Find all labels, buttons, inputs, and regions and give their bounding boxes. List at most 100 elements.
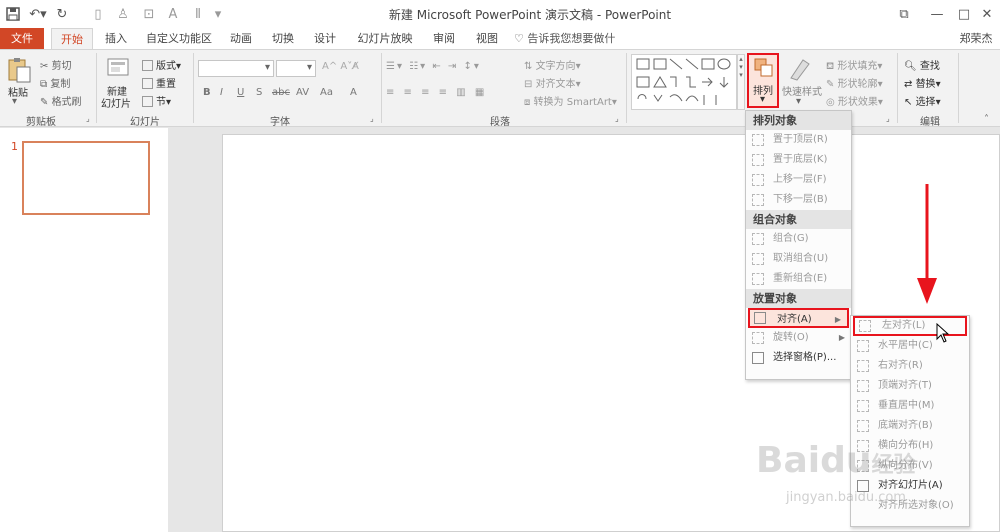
minimize-icon[interactable]: — bbox=[928, 5, 946, 23]
font-size-combo[interactable]: ▾ bbox=[276, 60, 316, 77]
align-center-item[interactable]: 水平居中(C) bbox=[851, 336, 969, 356]
smartart-button[interactable]: ⧈ 转换为 SmartArt▾ bbox=[524, 93, 617, 108]
separator bbox=[193, 53, 194, 123]
user-name[interactable]: 郑荣杰 bbox=[955, 28, 997, 49]
copy-button[interactable]: ⧉ 复制 bbox=[40, 75, 70, 90]
close-icon[interactable]: ✕ bbox=[978, 5, 996, 23]
tab-insert[interactable]: 插入 bbox=[96, 28, 136, 49]
arrange-menu-header-position: 放置对象 bbox=[746, 289, 851, 308]
save-icon[interactable] bbox=[5, 5, 21, 23]
smartart-icon: ⧈ bbox=[524, 97, 534, 108]
bring-forward-item[interactable]: 上移一层(F) bbox=[746, 170, 851, 190]
strikethrough-button[interactable]: abc bbox=[272, 87, 290, 98]
qat-shape-icon[interactable]: ♙ bbox=[115, 5, 131, 23]
maximize-icon[interactable]: □ bbox=[955, 5, 973, 23]
bold-button[interactable]: B bbox=[203, 87, 211, 98]
quick-styles-label[interactable]: 快速样式 bbox=[782, 83, 822, 98]
selection-pane-item[interactable]: 选择窗格(P)... bbox=[746, 348, 851, 368]
text-direction-button[interactable]: ⇅ 文字方向▾ bbox=[524, 57, 581, 72]
paste-dropdown-icon[interactable]: ▾ bbox=[12, 96, 17, 107]
layout-button[interactable]: 版式▾ bbox=[142, 57, 181, 72]
font-launcher-icon[interactable]: ⌟ bbox=[370, 114, 374, 123]
arrange-button[interactable]: 排列 ▾ bbox=[747, 53, 779, 108]
replace-button[interactable]: ⇄ 替换▾ bbox=[904, 75, 941, 90]
regroup-item[interactable]: 重新组合(E) bbox=[746, 269, 851, 289]
lightbulb-icon: ♡ bbox=[514, 32, 528, 45]
chevron-down-icon[interactable]: ▾ bbox=[796, 96, 801, 107]
arrange-menu: 排列对象 置于顶层(R) 置于底层(K) 上移一层(F) 下移一层(B) 组合对… bbox=[745, 110, 852, 380]
slide-number: 1 bbox=[11, 140, 18, 153]
char-spacing-button[interactable]: AV bbox=[296, 87, 309, 98]
alignment-buttons[interactable]: ≡ ≡ ≡ ≡ ▥ ▦ bbox=[386, 87, 487, 98]
underline-button[interactable]: U bbox=[237, 87, 244, 98]
reset-button[interactable]: 重置 bbox=[142, 75, 176, 90]
qat-screen-icon[interactable]: ⊡ bbox=[141, 5, 157, 23]
tab-file[interactable]: 文件 bbox=[0, 28, 44, 49]
slides-group-label: 幻灯片 bbox=[130, 117, 160, 128]
list-buttons[interactable]: ☰▾ ☷▾ ⇤ ⇥ ↕▾ bbox=[386, 61, 481, 72]
find-button[interactable]: 🔍︎ 查找 bbox=[904, 57, 940, 72]
tab-custom-ribbon[interactable]: 自定义功能区 bbox=[140, 28, 218, 49]
drawing-launcher-icon[interactable]: ⌟ bbox=[886, 114, 890, 123]
align-text-button[interactable]: ⊟ 对齐文本▾ bbox=[524, 75, 581, 90]
tab-design[interactable]: 设计 bbox=[306, 28, 344, 49]
shape-fill-button[interactable]: ⛾ 形状填充▾ bbox=[826, 57, 882, 74]
quick-styles-icon[interactable] bbox=[787, 56, 813, 82]
tab-home[interactable]: 开始 bbox=[51, 28, 93, 49]
cut-button[interactable]: ✂ 剪切 bbox=[40, 57, 72, 72]
paste-label[interactable]: 粘贴 bbox=[8, 84, 28, 99]
shadow-button[interactable]: S bbox=[256, 87, 262, 98]
tab-view[interactable]: 视图 bbox=[468, 28, 506, 49]
shapes-gallery[interactable] bbox=[631, 54, 737, 110]
rotate-item[interactable]: 旋转(O) ▶ bbox=[746, 328, 851, 348]
qat-text-icon[interactable]: A bbox=[165, 5, 181, 23]
shape-effects-button[interactable]: ◎ 形状效果▾ bbox=[826, 93, 883, 108]
new-slide-label-2[interactable]: 幻灯片 bbox=[101, 95, 131, 110]
new-slide-icon[interactable] bbox=[106, 56, 130, 80]
watermark-logo: Baidu经验 bbox=[756, 440, 916, 481]
align-bottom-item[interactable]: 底端对齐(B) bbox=[851, 416, 969, 436]
tab-slideshow[interactable]: 幻灯片放映 bbox=[350, 28, 420, 49]
search-icon: 🔍︎ bbox=[904, 61, 920, 72]
qat-customize-icon[interactable]: ▾ bbox=[212, 5, 224, 23]
select-button[interactable]: ↖ 选择▾ bbox=[904, 93, 941, 108]
tab-transitions[interactable]: 切换 bbox=[264, 28, 302, 49]
bring-to-front-item[interactable]: 置于顶层(R) bbox=[746, 130, 851, 150]
chevron-down-icon: ▾ bbox=[264, 62, 270, 73]
change-case-button[interactable]: Aa bbox=[320, 87, 333, 98]
align-right-item[interactable]: 右对齐(R) bbox=[851, 356, 969, 376]
font-name-combo[interactable]: ▾ bbox=[198, 60, 274, 77]
tell-me-box[interactable]: ♡ 告诉我您想要做什么... bbox=[514, 28, 634, 66]
shape-outline-button[interactable]: ✎ 形状轮廓▾ bbox=[826, 75, 883, 90]
restore-ribbon-icon[interactable]: ⧉ bbox=[895, 5, 913, 23]
grow-font-icon[interactable]: A^ A˅ bbox=[322, 61, 352, 72]
align-item[interactable]: 对齐(A) ▶ bbox=[748, 308, 849, 328]
group-item[interactable]: 组合(G) bbox=[746, 229, 851, 249]
font-color-button[interactable]: A bbox=[350, 87, 357, 98]
align-top-item[interactable]: 顶端对齐(T) bbox=[851, 376, 969, 396]
ungroup-item[interactable]: 取消组合(U) bbox=[746, 249, 851, 269]
clear-format-icon[interactable]: A̸ bbox=[352, 61, 359, 72]
collapse-ribbon-icon[interactable]: ˄ bbox=[984, 114, 989, 125]
slide-thumbnail[interactable] bbox=[22, 141, 150, 215]
send-backward-item[interactable]: 下移一层(B) bbox=[746, 190, 851, 210]
section-button[interactable]: 节▾ bbox=[142, 93, 171, 108]
paragraph-launcher-icon[interactable]: ⌟ bbox=[615, 114, 619, 123]
qat-align-icon[interactable]: ⫴ bbox=[190, 5, 206, 23]
format-painter-button[interactable]: ✎ 格式刷 bbox=[40, 93, 82, 108]
gallery-scroll[interactable]: ▴ ▾ ▾ bbox=[737, 54, 745, 110]
tab-review[interactable]: 审阅 bbox=[425, 28, 463, 49]
scissors-icon: ✂ bbox=[40, 61, 52, 72]
align-left-icon bbox=[859, 320, 871, 332]
redo-icon[interactable]: ↻ bbox=[54, 5, 70, 23]
undo-icon[interactable]: ↶▾ bbox=[25, 5, 51, 23]
paste-icon[interactable] bbox=[6, 56, 34, 84]
tab-animations[interactable]: 动画 bbox=[222, 28, 260, 49]
align-center-icon bbox=[857, 340, 869, 352]
clipboard-launcher-icon[interactable]: ⌟ bbox=[86, 114, 90, 123]
qat-tool-icon[interactable]: ▯ bbox=[90, 5, 106, 23]
send-to-back-item[interactable]: 置于底层(K) bbox=[746, 150, 851, 170]
align-middle-item[interactable]: 垂直居中(M) bbox=[851, 396, 969, 416]
italic-button[interactable]: I bbox=[220, 87, 223, 98]
effects-icon: ◎ bbox=[826, 97, 838, 108]
